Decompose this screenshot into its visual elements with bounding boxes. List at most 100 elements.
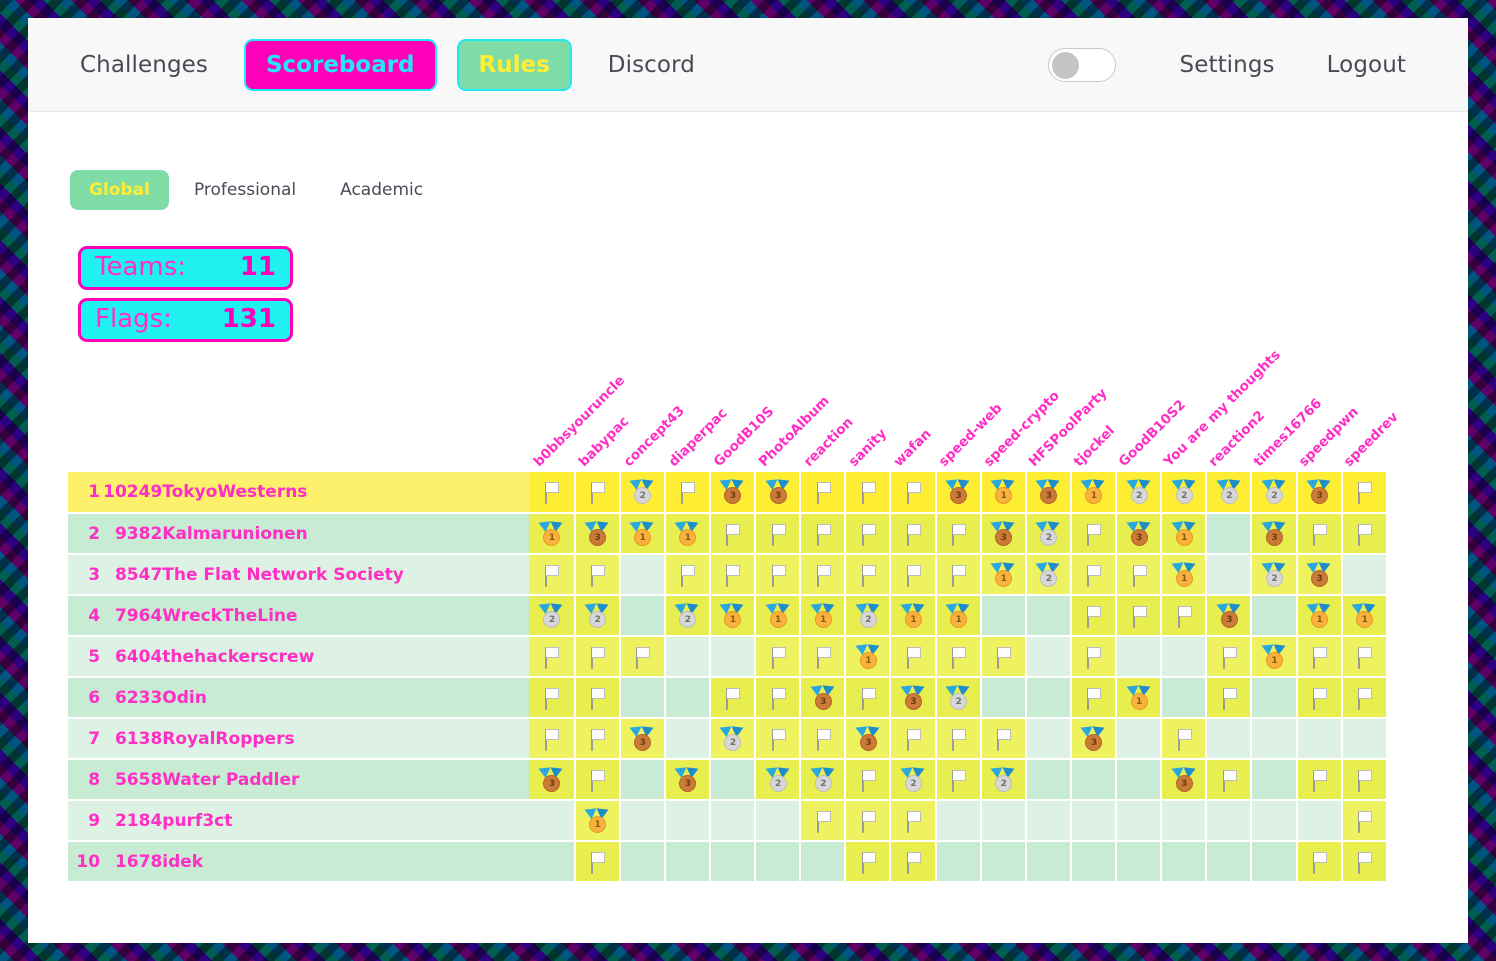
solve-cell[interactable] [665, 554, 710, 595]
solve-cell[interactable]: 1 [1161, 513, 1206, 554]
solve-cell[interactable] [755, 718, 800, 759]
challenge-header-12[interactable]: tjockel [1068, 364, 1113, 472]
challenge-header-7[interactable]: sanity [843, 364, 888, 472]
solve-cell[interactable]: 1 [936, 595, 981, 636]
challenge-header-10[interactable]: speed-crypto [978, 364, 1023, 472]
table-row[interactable]: 47964WreckTheLine222111211311 [68, 595, 1387, 636]
solve-cell[interactable] [890, 841, 935, 882]
table-row[interactable]: 66233Odin3321 [68, 677, 1387, 718]
solve-cell[interactable]: 3 [981, 513, 1026, 554]
solve-cell[interactable] [1206, 677, 1251, 718]
solve-cell[interactable]: 2 [936, 677, 981, 718]
solve-cell[interactable]: 2 [529, 595, 574, 636]
challenge-header-16[interactable]: times16766 [1248, 364, 1293, 472]
solve-cell[interactable] [845, 759, 890, 800]
solve-cell[interactable] [710, 513, 755, 554]
row-team-name[interactable]: TokyoWesterns [162, 472, 529, 513]
solve-cell[interactable]: 3 [845, 718, 890, 759]
solve-cell[interactable] [845, 554, 890, 595]
solve-cell[interactable] [800, 636, 845, 677]
table-row[interactable]: 29382Kalmarunionen131132313 [68, 513, 1387, 554]
solve-cell[interactable] [1071, 677, 1116, 718]
solve-cell[interactable] [1342, 841, 1387, 882]
solve-cell[interactable]: 2 [620, 472, 665, 513]
solve-cell[interactable] [936, 718, 981, 759]
solve-cell[interactable]: 3 [575, 513, 620, 554]
challenge-header-15[interactable]: reaction2 [1203, 364, 1248, 472]
solve-cell[interactable] [575, 472, 620, 513]
solve-cell[interactable]: 1 [665, 513, 710, 554]
nav-logout[interactable]: Logout [1301, 42, 1432, 88]
solve-cell[interactable] [1071, 595, 1116, 636]
solve-cell[interactable] [1297, 677, 1342, 718]
solve-cell[interactable] [575, 554, 620, 595]
solve-cell[interactable] [890, 554, 935, 595]
row-team-name[interactable]: thehackerscrew [162, 636, 529, 677]
solve-cell[interactable] [1161, 718, 1206, 759]
solve-cell[interactable]: 2 [890, 759, 935, 800]
solve-cell[interactable] [1116, 595, 1161, 636]
challenge-header-18[interactable]: speedrev [1338, 364, 1383, 472]
solve-cell[interactable]: 2 [1251, 554, 1296, 595]
solve-cell[interactable]: 3 [1026, 472, 1071, 513]
solve-cell[interactable]: 2 [845, 595, 890, 636]
solve-cell[interactable] [1161, 595, 1206, 636]
row-team-name[interactable]: purf3ct [162, 800, 529, 841]
solve-cell[interactable] [890, 472, 935, 513]
solve-cell[interactable] [710, 554, 755, 595]
solve-cell[interactable]: 2 [710, 718, 755, 759]
table-row[interactable]: 76138RoyalRoppers3233 [68, 718, 1387, 759]
solve-cell[interactable]: 2 [800, 759, 845, 800]
solve-cell[interactable] [800, 800, 845, 841]
solve-cell[interactable] [1071, 513, 1116, 554]
solve-cell[interactable] [1071, 554, 1116, 595]
solve-cell[interactable] [845, 513, 890, 554]
row-team-name[interactable]: Kalmarunionen [162, 513, 529, 554]
solve-cell[interactable] [755, 554, 800, 595]
solve-cell[interactable] [755, 636, 800, 677]
table-row[interactable]: 92184purf3ct1 [68, 800, 1387, 841]
challenge-header-6[interactable]: reaction [798, 364, 843, 472]
solve-cell[interactable]: 2 [575, 595, 620, 636]
solve-cell[interactable]: 1 [1251, 636, 1296, 677]
tab-global[interactable]: Global [70, 170, 169, 210]
solve-cell[interactable]: 1 [1116, 677, 1161, 718]
solve-cell[interactable]: 1 [1342, 595, 1387, 636]
solve-cell[interactable] [1297, 841, 1342, 882]
solve-cell[interactable] [1342, 759, 1387, 800]
solve-cell[interactable] [845, 800, 890, 841]
solve-cell[interactable] [1206, 759, 1251, 800]
solve-cell[interactable]: 2 [755, 759, 800, 800]
challenge-header-9[interactable]: speed-web [933, 364, 978, 472]
row-team-name[interactable]: WreckTheLine [162, 595, 529, 636]
solve-cell[interactable] [890, 513, 935, 554]
solve-cell[interactable] [529, 718, 574, 759]
solve-cell[interactable] [1116, 554, 1161, 595]
solve-cell[interactable]: 3 [665, 759, 710, 800]
solve-cell[interactable]: 1 [620, 513, 665, 554]
solve-cell[interactable]: 2 [1161, 472, 1206, 513]
challenge-header-17[interactable]: speedpwn [1293, 364, 1338, 472]
solve-cell[interactable]: 3 [800, 677, 845, 718]
solve-cell[interactable] [1342, 513, 1387, 554]
solve-cell[interactable]: 3 [1161, 759, 1206, 800]
row-team-name[interactable]: The Flat Network Society [162, 554, 529, 595]
solve-cell[interactable] [1071, 636, 1116, 677]
solve-cell[interactable] [1297, 759, 1342, 800]
solve-cell[interactable] [800, 513, 845, 554]
solve-cell[interactable]: 1 [1071, 472, 1116, 513]
solve-cell[interactable] [1342, 800, 1387, 841]
tab-academic[interactable]: Academic [321, 170, 442, 210]
solve-cell[interactable] [575, 677, 620, 718]
solve-cell[interactable]: 3 [1297, 472, 1342, 513]
nav-discord[interactable]: Discord [586, 42, 717, 88]
tab-professional[interactable]: Professional [175, 170, 315, 210]
solve-cell[interactable] [800, 718, 845, 759]
nav-scoreboard[interactable]: Scoreboard [244, 39, 437, 91]
challenge-header-11[interactable]: HFSPoolParty [1023, 364, 1068, 472]
challenge-header-0[interactable]: b0bbsyouruncle [528, 364, 573, 472]
solve-cell[interactable] [936, 759, 981, 800]
solve-cell[interactable] [1342, 677, 1387, 718]
solve-cell[interactable]: 1 [981, 554, 1026, 595]
solve-cell[interactable]: 2 [1116, 472, 1161, 513]
